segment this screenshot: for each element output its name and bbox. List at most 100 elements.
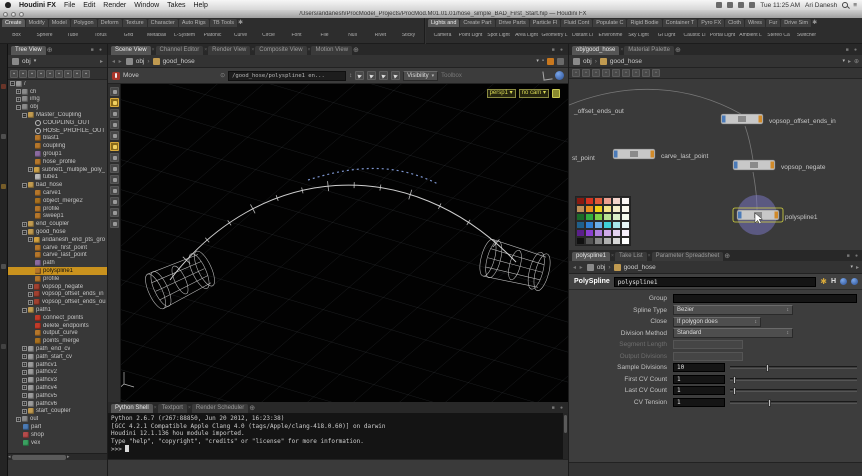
shelf-tool-point-light[interactable]: Point Light	[457, 33, 484, 38]
window-title-bar[interactable]: /Users/aridanesh/ProcModel_Projects/Proc…	[0, 10, 862, 18]
tree-item-master-coupling[interactable]: − Master_Coupling	[8, 111, 107, 119]
network-new-tab-icon[interactable]: ⊕	[854, 58, 859, 65]
parameters-tab-take-list[interactable]: Take List	[614, 252, 647, 261]
shelf-tool-grid[interactable]: Grid	[115, 33, 142, 38]
param-field-cv-tension[interactable]: 1	[673, 397, 725, 407]
net-path-good-hose[interactable]: good_hose	[610, 58, 642, 65]
pose-tool-icon[interactable]	[109, 131, 119, 140]
shelf-tool-metaball[interactable]: Metaball	[143, 33, 170, 38]
tree-item-vex[interactable]: vex	[8, 439, 107, 447]
tree-path-obj[interactable]: obj	[22, 58, 31, 65]
palette-swatch[interactable]	[576, 229, 585, 237]
chevron-down-icon[interactable]: ▾	[34, 58, 37, 64]
palette-swatch[interactable]	[576, 213, 585, 221]
tree-item-coupling[interactable]: coupling	[8, 142, 107, 150]
camera-lock-icon[interactable]	[552, 89, 560, 98]
tree-item-path[interactable]: path	[8, 259, 107, 267]
shelf-tab-model[interactable]: Model	[48, 19, 70, 27]
collapse-toggle-icon[interactable]: −	[22, 112, 27, 118]
tree-item-vopsop-offset-ends-ou[interactable]: + vopsop_offset_ends_ou	[8, 298, 107, 306]
viewport-3d[interactable]: persp1 ▾ no cam ▾	[108, 84, 568, 402]
shelf-tool-geometry-l[interactable]: Geometry L	[541, 33, 568, 38]
scroll-thumb[interactable]	[564, 415, 567, 433]
collapse-toggle-icon[interactable]: −	[16, 104, 21, 110]
scroll-left-icon[interactable]: ◂	[8, 454, 11, 460]
rotate-tool-icon[interactable]	[109, 109, 119, 118]
shelf-tool-box[interactable]: Box	[3, 33, 30, 38]
scene-new-tab-button[interactable]: ⊕	[353, 46, 359, 55]
shelf-tab-drive-parts[interactable]: Drive Parts	[495, 19, 529, 27]
expand-toggle-icon[interactable]: +	[22, 393, 27, 399]
parameters-pane-controls[interactable]: ■ ●	[847, 252, 860, 261]
palette-swatch[interactable]	[603, 237, 612, 245]
shelf-tab-character[interactable]: Character	[147, 19, 178, 27]
settings-icon[interactable]: ▪	[82, 69, 90, 78]
param-field-first-cv-count[interactable]: 1	[673, 374, 725, 384]
shelf-tool-circle[interactable]: Circle	[255, 33, 282, 38]
network-editor[interactable]: _offset_ends_out st_point carve_last_point…	[569, 79, 862, 250]
parameters-tab-polyspline1[interactable]: polyspline1	[572, 252, 611, 261]
shelf-tool-rivet[interactable]: Rivet	[367, 33, 394, 38]
tree-item-carve-last-point[interactable]: carve_last_point	[8, 252, 107, 260]
tree-item-polyspline1[interactable]: polyspline1	[8, 267, 107, 275]
display-options-globe-icon[interactable]	[555, 71, 565, 80]
shelf-tool-area-light[interactable]: Area Light	[513, 33, 540, 38]
shelf-tab-tb-tools[interactable]: TB Tools	[209, 19, 237, 27]
show-objects-icon[interactable]: ▪	[55, 69, 63, 78]
shelf-gear-icon[interactable]: ✱	[812, 19, 817, 27]
tree-item-profile[interactable]: profile	[8, 275, 107, 283]
tree-item-pathcv3[interactable]: + pathcv3	[8, 376, 107, 384]
volume-icon[interactable]	[738, 2, 745, 8]
palette-swatch[interactable]	[576, 205, 585, 213]
shelf-tab-wires[interactable]: Wires	[744, 19, 766, 27]
expand-toggle-icon[interactable]: +	[16, 96, 21, 102]
param-slider-sample-divisions[interactable]	[730, 364, 857, 373]
zoom-out-icon[interactable]: ▫	[642, 69, 650, 77]
shelf-tab-lights-and[interactable]: Lights and	[428, 19, 460, 27]
tree-item-ch[interactable]: + ch	[8, 88, 107, 96]
expand-toggle-icon[interactable]: +	[16, 416, 21, 422]
translate-tool-icon[interactable]	[109, 98, 119, 107]
scene-tab-composite-view[interactable]: Composite View	[255, 46, 307, 55]
tree-item-path1[interactable]: − path1	[8, 306, 107, 314]
battery-icon[interactable]	[749, 2, 756, 8]
palette-swatch[interactable]	[594, 221, 603, 229]
tree-item-pathcv6[interactable]: + pathcv6	[8, 400, 107, 408]
tree-item-img[interactable]: + img	[8, 96, 107, 104]
shelf-tab-drive-sim[interactable]: Drive Sim	[781, 19, 812, 27]
tree-item-object-merge2[interactable]: object_merge2	[8, 197, 107, 205]
palette-swatch[interactable]	[585, 237, 594, 245]
param-slider-last-cv-count[interactable]	[730, 387, 857, 396]
selection-stepper-icon[interactable]: ↕	[349, 73, 352, 79]
net-path-obj[interactable]: obj	[583, 58, 592, 65]
scene-tab-scene-view[interactable]: Scene View	[111, 46, 151, 55]
network-forward-icon[interactable]: ▸	[848, 58, 851, 65]
menu-houdini-fx[interactable]: Houdini FX	[19, 2, 56, 9]
tree-item-sweep1[interactable]: sweep1	[8, 213, 107, 221]
shelf-tab-particle-fl[interactable]: Particle Fl	[529, 19, 561, 27]
grid-snap-icon[interactable]	[557, 57, 564, 65]
path-obj[interactable]: obj	[136, 58, 145, 65]
tree-pane-controls[interactable]: ■ ●	[91, 46, 104, 55]
shelf-tab-polygon[interactable]: Polygon	[70, 19, 97, 27]
path-history-icons[interactable]: ◂ ▸	[573, 264, 584, 271]
collapse-toggle-icon[interactable]: −	[22, 182, 27, 188]
tree-item-coupling-out[interactable]: COUPLING_OUT	[8, 119, 107, 127]
gear-icon[interactable]: ✱	[820, 277, 827, 286]
tree-item-part[interactable]: part	[8, 423, 107, 431]
shelf-tab-deform[interactable]: Deform	[97, 19, 122, 27]
bluetooth-icon[interactable]	[716, 2, 723, 8]
menu-render[interactable]: Render	[103, 2, 126, 9]
tree-item-shop[interactable]: shop	[8, 431, 107, 439]
shelf-tool-switcher[interactable]: Switcher	[793, 33, 820, 38]
tree-item-blast1[interactable]: blast1	[8, 135, 107, 143]
shelf-tool-ambient-l[interactable]: Ambient L	[737, 33, 764, 38]
spotlight-search-icon[interactable]	[842, 2, 849, 8]
tree-item-good-hose[interactable]: − good_hose	[8, 228, 107, 236]
select-tool-icon[interactable]	[109, 87, 119, 96]
tree-item-carve-first-point[interactable]: carve_first_point	[8, 244, 107, 252]
scene-pane-controls[interactable]: ■ ●	[552, 46, 565, 55]
param-path-obj[interactable]: obj	[597, 264, 606, 271]
viewport-camera-menu[interactable]: persp1 ▾	[486, 89, 516, 98]
grid-snap-icon[interactable]: ▫	[622, 69, 630, 77]
